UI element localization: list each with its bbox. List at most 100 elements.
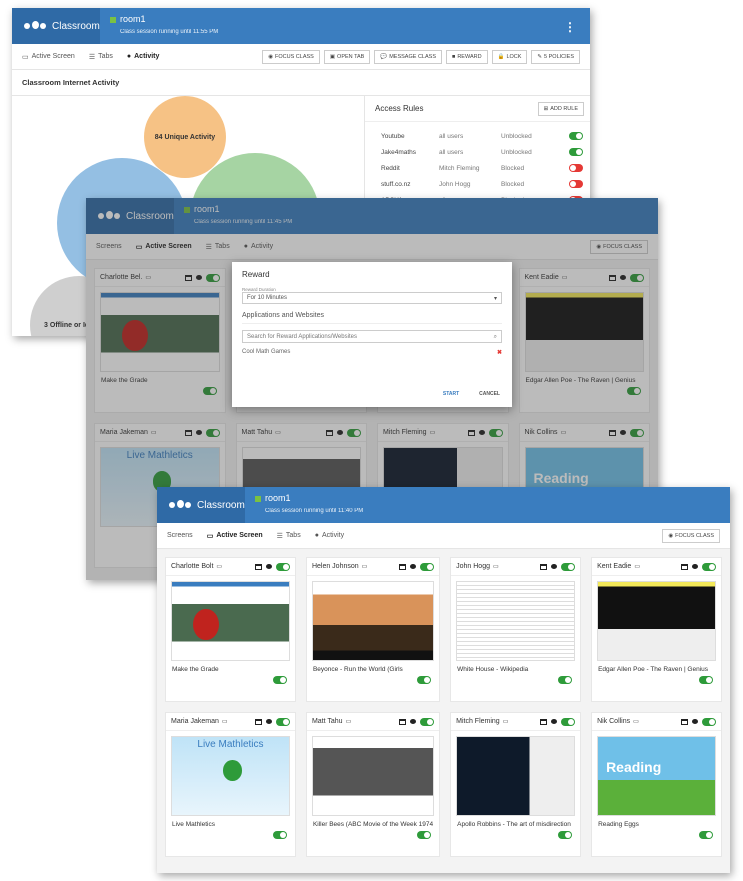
rule-toggle[interactable]	[569, 148, 583, 156]
chat-icon[interactable]	[410, 719, 417, 724]
chat-icon[interactable]	[265, 564, 272, 569]
open-tab-icon[interactable]	[399, 718, 407, 725]
open-tab-icon[interactable]	[681, 718, 688, 725]
screen-toggle[interactable]	[558, 676, 573, 684]
open-tab-icon[interactable]	[254, 718, 262, 725]
more-menu-icon[interactable]: ⋮	[564, 20, 576, 34]
student-card[interactable]: Charlotte Bolt ▭ Make the Grade	[165, 557, 296, 702]
add-rule-button[interactable]: ⊞ Add Rule	[537, 101, 584, 116]
open-tab-icon[interactable]	[254, 563, 262, 570]
lock-icon: 🔒	[497, 53, 505, 60]
laptop-icon: ▭	[633, 719, 639, 725]
laptop-icon: ▭	[502, 719, 509, 725]
student-toggle[interactable]	[275, 717, 290, 726]
rule-row: Jake4maths all users Unblocked	[365, 144, 590, 160]
reward-button[interactable]: ■ Reward	[446, 49, 488, 64]
chat-icon[interactable]	[551, 719, 558, 724]
chat-icon[interactable]	[692, 719, 698, 724]
rule-site: Reddit	[381, 164, 400, 172]
student-card[interactable]: John Hogg ▭ White House - Wikipedia	[450, 557, 582, 702]
screen-thumbnail[interactable]: Live Mathletics	[171, 736, 290, 816]
rule-status: Unblocked	[501, 132, 532, 140]
screen-toggle[interactable]	[699, 831, 713, 839]
student-card[interactable]: Maria Jakeman ▭ Live Mathletics Live Mat…	[165, 712, 296, 857]
screen-thumbnail[interactable]	[171, 581, 290, 661]
bubble-unique-activity[interactable]: 84 Unique Activity	[144, 96, 226, 178]
student-toggle[interactable]	[561, 562, 576, 571]
student-card[interactable]: Mitch Fleming ▭ Apollo Robbins - The art…	[450, 712, 582, 857]
screen-thumbnail[interactable]	[456, 736, 576, 816]
screen-toggle[interactable]	[272, 676, 287, 684]
screen-thumbnail[interactable]	[597, 581, 716, 661]
cancel-button[interactable]: CANCEL	[479, 391, 500, 397]
screen-thumbnail[interactable]: Reading	[597, 736, 716, 816]
student-toggle[interactable]	[275, 562, 290, 571]
rule-toggle[interactable]	[569, 180, 583, 188]
class-actions: ◉ Focus Class ▣ Open Tab 💬 Message Class ■ R…	[262, 49, 580, 64]
message-class-button[interactable]: 💬 Message Class	[374, 49, 442, 64]
rule-target: all users	[439, 148, 464, 156]
screen-thumbnail[interactable]	[311, 581, 435, 661]
screen-thumbnail[interactable]	[311, 736, 435, 816]
tab-screens[interactable]: Screens	[167, 532, 193, 539]
tab-tabs[interactable]: ☰ Tabs	[89, 53, 113, 61]
student-card[interactable]: Matt Tahu ▭ Killer Bees (ABC Movie of th…	[305, 712, 441, 857]
student-card[interactable]: Nik Collins ▭ Reading Reading Eggs	[591, 712, 722, 857]
reward-search-input[interactable]: Search for Reward Applications/Websites ⌕	[242, 330, 502, 343]
focus-class-button[interactable]: ◉ Focus Class	[662, 528, 720, 543]
student-toggle[interactable]	[561, 717, 576, 726]
brand[interactable]: Classroom	[157, 487, 245, 523]
tab-tabs[interactable]: ☰ Tabs	[277, 532, 301, 540]
brand[interactable]: Classroom	[12, 8, 100, 44]
rule-site: stuff.co.nz	[381, 180, 411, 188]
open-tab-icon[interactable]	[399, 563, 407, 570]
laptop-icon: ▭	[361, 564, 368, 570]
screen-toggle[interactable]	[417, 831, 432, 839]
card-header: Mitch Fleming ▭	[451, 713, 581, 731]
laptop-icon: ▭	[345, 719, 352, 725]
rule-status: Blocked	[501, 164, 525, 172]
focus-class-button[interactable]: ◉ Focus Class	[262, 49, 320, 64]
policies-button[interactable]: ✎ 5 Policies	[531, 49, 580, 64]
student-card[interactable]: Helen Johnson ▭ Beyonce - Run the World …	[305, 557, 441, 702]
student-toggle[interactable]	[702, 562, 716, 571]
page-title: Killer Bees (ABC Movie of the Week 1974	[312, 821, 434, 828]
classroom-logo-icon	[169, 498, 191, 512]
tab-activity[interactable]: ● Activity	[127, 53, 160, 60]
card-header: Nik Collins ▭	[592, 713, 721, 731]
student-toggle[interactable]	[420, 562, 435, 571]
tab-activity[interactable]: ● Activity	[315, 532, 344, 539]
student-name: Mitch Fleming	[456, 718, 500, 725]
open-tab-button[interactable]: ▣ Open Tab	[323, 49, 371, 64]
lock-button[interactable]: 🔒 Lock	[491, 49, 528, 64]
chat-icon[interactable]	[410, 564, 417, 569]
card-header: Kent Eadie ▭	[592, 558, 721, 576]
screen-toggle[interactable]	[417, 676, 432, 684]
reward-dialog: Reward Reward Duration For 10 Minutes ▾ A…	[232, 262, 512, 407]
open-tab-icon[interactable]	[681, 563, 688, 570]
duration-select[interactable]: For 10 Minutes ▾	[242, 292, 502, 304]
tab-active-screen[interactable]: ▭ Active Screen	[207, 532, 263, 540]
reward-item: Cool Math Games ✖	[242, 349, 502, 356]
tab-active-screen[interactable]: ▭ Active Screen	[22, 53, 75, 61]
screen-toggle[interactable]	[558, 831, 573, 839]
screen-toggle[interactable]	[699, 676, 713, 684]
chat-icon[interactable]	[265, 719, 272, 724]
chat-icon[interactable]	[692, 564, 698, 569]
open-tab-icon[interactable]	[540, 563, 548, 570]
list-icon: ☰	[88, 53, 96, 61]
rule-toggle[interactable]	[569, 164, 583, 172]
student-toggle[interactable]	[420, 717, 435, 726]
laptop-icon: ▭	[634, 564, 640, 570]
screen-toggle[interactable]	[272, 831, 287, 839]
open-tab-icon[interactable]	[540, 718, 548, 725]
student-card[interactable]: Kent Eadie ▭ Edgar Allen Poe - The Raven…	[591, 557, 722, 702]
remove-icon[interactable]: ✖	[497, 349, 502, 356]
start-button[interactable]: START	[443, 391, 459, 397]
screen-thumbnail[interactable]	[456, 581, 576, 661]
classroom-logo-icon	[24, 19, 46, 33]
rule-toggle[interactable]	[569, 132, 583, 140]
rule-target: John Hogg	[439, 180, 471, 188]
chat-icon[interactable]	[551, 564, 558, 569]
student-toggle[interactable]	[702, 717, 716, 726]
